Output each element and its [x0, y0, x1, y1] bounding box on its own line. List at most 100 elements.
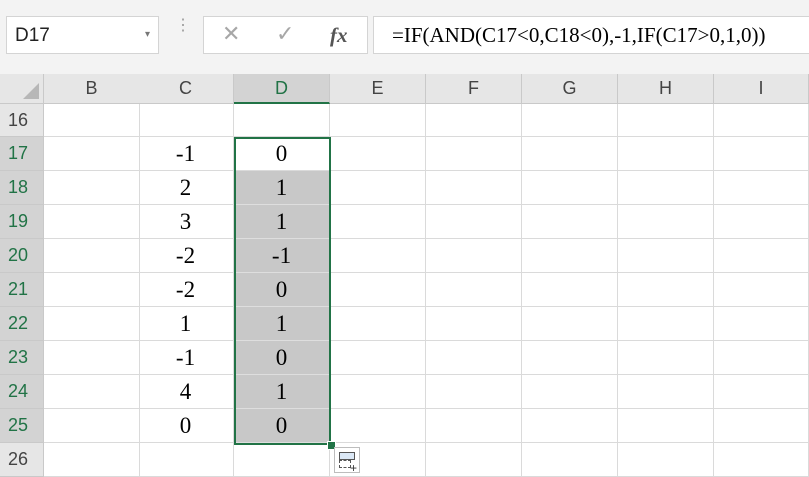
- select-all-button[interactable]: [0, 74, 44, 104]
- cell-d19[interactable]: 1: [234, 205, 330, 239]
- cell-h18[interactable]: [618, 171, 714, 205]
- cell-g18[interactable]: [522, 171, 618, 205]
- cell-e24[interactable]: [330, 375, 426, 409]
- cell-c26[interactable]: [138, 443, 234, 477]
- cell-g20[interactable]: [522, 239, 618, 273]
- cell-c17[interactable]: -1: [138, 137, 234, 171]
- cell-f16[interactable]: [426, 104, 522, 137]
- column-header-i[interactable]: I: [714, 74, 809, 104]
- cell-h17[interactable]: [618, 137, 714, 171]
- name-box[interactable]: D17 ▾: [6, 16, 159, 54]
- insert-function-icon[interactable]: fx: [330, 23, 348, 48]
- formula-bar-more-icon[interactable]: ⋮: [175, 18, 191, 34]
- cell-i21[interactable]: [714, 273, 809, 307]
- column-header-d[interactable]: D: [234, 74, 330, 104]
- cell-d20[interactable]: -1: [234, 239, 330, 273]
- name-box-dropdown-icon[interactable]: ▾: [145, 29, 150, 40]
- row-header-21[interactable]: 21: [0, 273, 44, 307]
- cell-d17[interactable]: 0: [234, 137, 330, 171]
- cell-h25[interactable]: [618, 409, 714, 443]
- cell-e23[interactable]: [330, 341, 426, 375]
- cell-f18[interactable]: [426, 171, 522, 205]
- cell-i16[interactable]: [714, 104, 809, 137]
- cell-h21[interactable]: [618, 273, 714, 307]
- cell-d25[interactable]: 0: [234, 409, 330, 443]
- cell-b22[interactable]: [44, 307, 140, 341]
- cell-i20[interactable]: [714, 239, 809, 273]
- cell-i24[interactable]: [714, 375, 809, 409]
- cell-c22[interactable]: 1: [138, 307, 234, 341]
- cell-b21[interactable]: [44, 273, 140, 307]
- row-header-19[interactable]: 19: [0, 205, 44, 239]
- cell-i18[interactable]: [714, 171, 809, 205]
- cell-h20[interactable]: [618, 239, 714, 273]
- formula-input[interactable]: =IF(AND(C17<0,C18<0),-1,IF(C17>0,1,0)): [373, 16, 809, 54]
- row-header-25[interactable]: 25: [0, 409, 44, 443]
- cell-e17[interactable]: [330, 137, 426, 171]
- cell-c16[interactable]: [138, 104, 234, 137]
- row-header-18[interactable]: 18: [0, 171, 44, 205]
- cell-e20[interactable]: [330, 239, 426, 273]
- column-header-f[interactable]: F: [426, 74, 522, 104]
- cell-d18[interactable]: 1: [234, 171, 330, 205]
- cell-d24[interactable]: 1: [234, 375, 330, 409]
- cell-g16[interactable]: [522, 104, 618, 137]
- cell-g26[interactable]: [522, 443, 618, 477]
- cell-c19[interactable]: 3: [138, 205, 234, 239]
- cell-d23[interactable]: 0: [234, 341, 330, 375]
- cell-b25[interactable]: [44, 409, 140, 443]
- cell-d16[interactable]: [234, 104, 330, 137]
- column-header-b[interactable]: B: [44, 74, 140, 104]
- cell-b16[interactable]: [44, 104, 140, 137]
- cell-h23[interactable]: [618, 341, 714, 375]
- column-header-g[interactable]: G: [522, 74, 618, 104]
- cell-i17[interactable]: [714, 137, 809, 171]
- cell-c24[interactable]: 4: [138, 375, 234, 409]
- cell-i26[interactable]: [714, 443, 809, 477]
- quick-analysis-icon[interactable]: +: [334, 447, 360, 475]
- cell-e19[interactable]: [330, 205, 426, 239]
- row-header-24[interactable]: 24: [0, 375, 44, 409]
- cell-f22[interactable]: [426, 307, 522, 341]
- cell-b18[interactable]: [44, 171, 140, 205]
- cell-f23[interactable]: [426, 341, 522, 375]
- column-header-e[interactable]: E: [330, 74, 426, 104]
- cell-d26[interactable]: [234, 443, 330, 477]
- cell-c18[interactable]: 2: [138, 171, 234, 205]
- cell-f19[interactable]: [426, 205, 522, 239]
- cell-f21[interactable]: [426, 273, 522, 307]
- cell-h22[interactable]: [618, 307, 714, 341]
- cell-i22[interactable]: [714, 307, 809, 341]
- cell-h19[interactable]: [618, 205, 714, 239]
- cell-e21[interactable]: [330, 273, 426, 307]
- cell-b20[interactable]: [44, 239, 140, 273]
- enter-check-icon[interactable]: ✓: [276, 21, 294, 47]
- cell-i23[interactable]: [714, 341, 809, 375]
- cell-d21[interactable]: 0: [234, 273, 330, 307]
- cell-g19[interactable]: [522, 205, 618, 239]
- column-header-h[interactable]: H: [618, 74, 714, 104]
- cell-d22[interactable]: 1: [234, 307, 330, 341]
- column-header-c[interactable]: C: [138, 74, 234, 104]
- cell-i19[interactable]: [714, 205, 809, 239]
- cell-b24[interactable]: [44, 375, 140, 409]
- cell-b23[interactable]: [44, 341, 140, 375]
- cell-e18[interactable]: [330, 171, 426, 205]
- cell-f20[interactable]: [426, 239, 522, 273]
- cell-g25[interactable]: [522, 409, 618, 443]
- cell-e22[interactable]: [330, 307, 426, 341]
- cell-g21[interactable]: [522, 273, 618, 307]
- cell-c20[interactable]: -2: [138, 239, 234, 273]
- row-header-23[interactable]: 23: [0, 341, 44, 375]
- row-header-17[interactable]: 17: [0, 137, 44, 171]
- row-header-16[interactable]: 16: [0, 104, 44, 137]
- cell-h16[interactable]: [618, 104, 714, 137]
- cell-f26[interactable]: [426, 443, 522, 477]
- cell-g23[interactable]: [522, 341, 618, 375]
- cell-g17[interactable]: [522, 137, 618, 171]
- cell-e16[interactable]: [330, 104, 426, 137]
- cell-h24[interactable]: [618, 375, 714, 409]
- cell-g22[interactable]: [522, 307, 618, 341]
- cell-i25[interactable]: [714, 409, 809, 443]
- cell-c25[interactable]: 0: [138, 409, 234, 443]
